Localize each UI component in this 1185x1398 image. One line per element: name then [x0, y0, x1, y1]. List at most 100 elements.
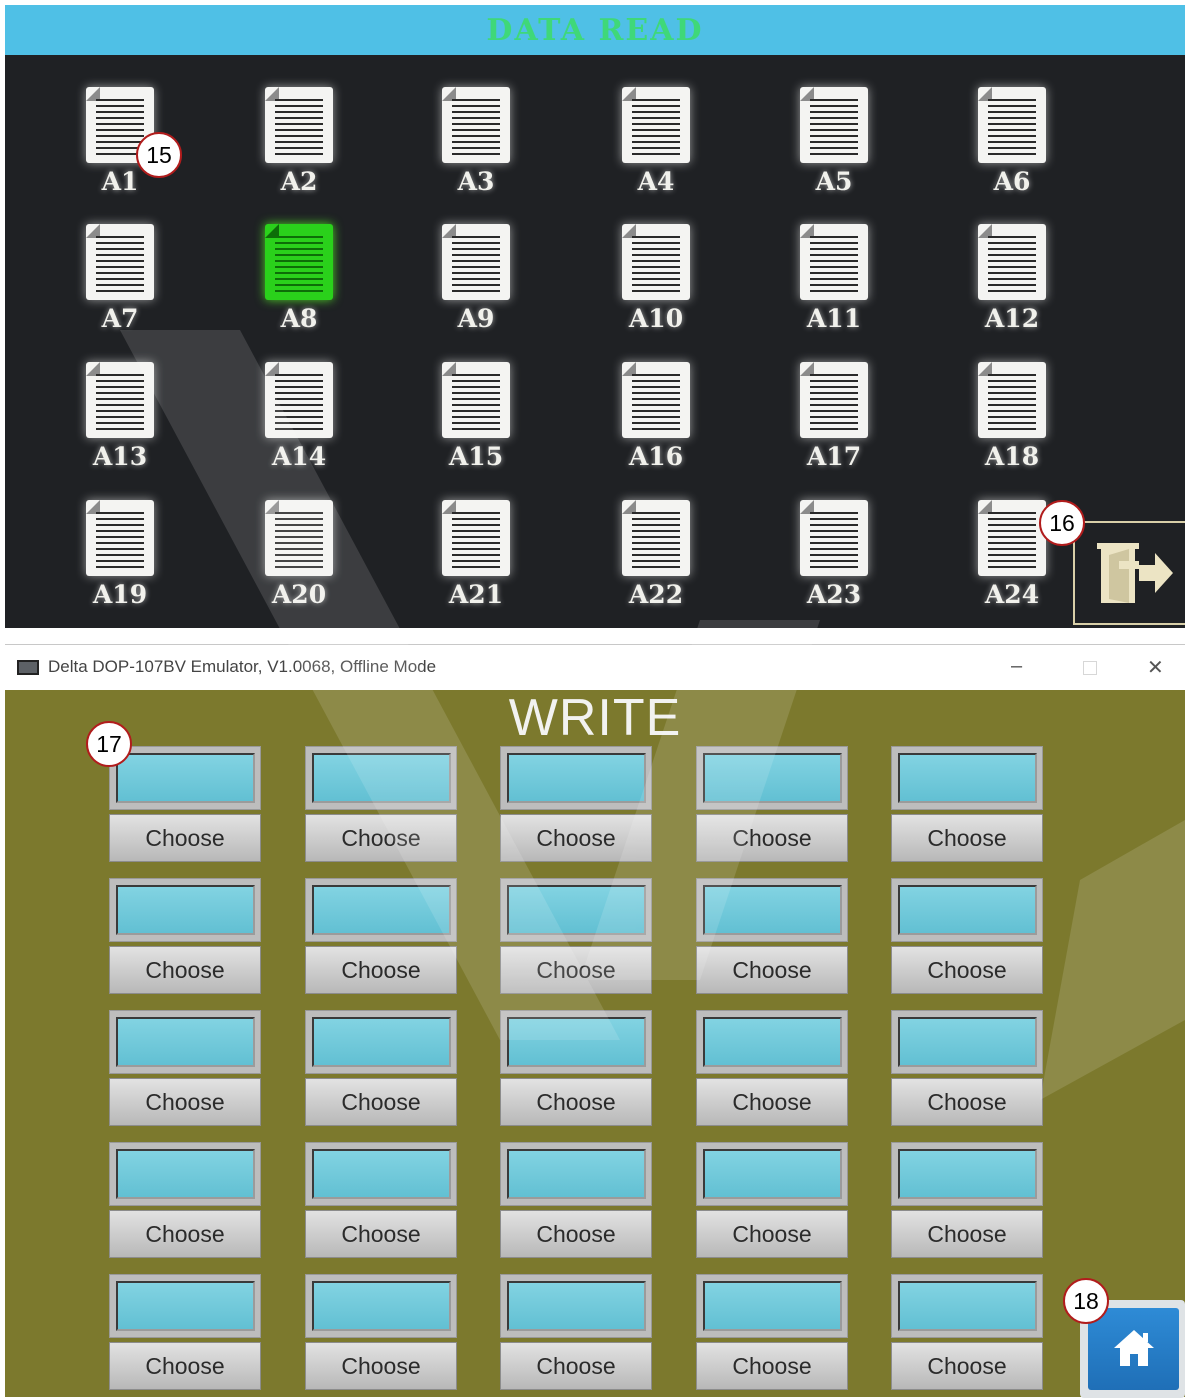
slot-value-field[interactable] — [312, 1281, 451, 1331]
write-slot: Choose — [696, 746, 848, 862]
file-item[interactable]: A19 — [65, 476, 175, 609]
slot-value-field[interactable] — [116, 1017, 255, 1067]
exit-button[interactable] — [1073, 521, 1185, 625]
slot-value-field[interactable] — [116, 1149, 255, 1199]
slot-value-field[interactable] — [312, 1017, 451, 1067]
slot-value-field[interactable] — [312, 1149, 451, 1199]
slot-value-field[interactable] — [898, 1281, 1037, 1331]
choose-button[interactable]: Choose — [500, 814, 652, 862]
slot-frame — [500, 1010, 652, 1074]
monitor-icon — [17, 660, 39, 675]
choose-button[interactable]: Choose — [891, 946, 1043, 994]
slot-value-field[interactable] — [703, 885, 842, 935]
file-label: A19 — [92, 580, 148, 609]
file-item[interactable]: A15 — [421, 338, 531, 471]
file-item[interactable]: A12 — [957, 200, 1067, 333]
file-item[interactable]: A20 — [244, 476, 354, 609]
choose-button[interactable]: Choose — [500, 1078, 652, 1126]
slot-value-field[interactable] — [898, 1149, 1037, 1199]
file-label: A15 — [448, 442, 504, 471]
file-label: A23 — [806, 580, 862, 609]
slot-frame — [305, 746, 457, 810]
choose-button[interactable]: Choose — [305, 814, 457, 862]
file-item[interactable]: A16 — [601, 338, 711, 471]
choose-button[interactable]: Choose — [696, 1210, 848, 1258]
choose-button[interactable]: Choose — [891, 1210, 1043, 1258]
choose-button[interactable]: Choose — [305, 1342, 457, 1390]
choose-button[interactable]: Choose — [696, 1078, 848, 1126]
choose-button[interactable]: Choose — [109, 814, 261, 862]
file-item[interactable]: A23 — [779, 476, 889, 609]
slot-value-field[interactable] — [703, 1149, 842, 1199]
choose-button[interactable]: Choose — [891, 1342, 1043, 1390]
data-read-screen: DATA READ A1 A2 A3 A4 A5 A6 A7 A8 A9 A10 A11 A12 A13… — [5, 5, 1185, 628]
choose-button[interactable]: Choose — [696, 1342, 848, 1390]
slot-frame — [109, 1010, 261, 1074]
file-item[interactable]: A22 — [601, 476, 711, 609]
file-item[interactable]: A11 — [779, 200, 889, 333]
slot-value-field[interactable] — [898, 753, 1037, 803]
file-item[interactable]: A7 — [65, 200, 175, 333]
slot-value-field[interactable] — [507, 1017, 646, 1067]
file-label: A21 — [448, 580, 504, 609]
file-item[interactable]: A8 — [244, 200, 354, 333]
file-label: A3 — [457, 167, 495, 196]
choose-button[interactable]: Choose — [696, 814, 848, 862]
slot-value-field[interactable] — [507, 885, 646, 935]
choose-button[interactable]: Choose — [500, 1342, 652, 1390]
file-item[interactable]: A21 — [421, 476, 531, 609]
slot-frame — [305, 878, 457, 942]
choose-button[interactable]: Choose — [891, 814, 1043, 862]
minimize-button[interactable]: – — [1011, 655, 1022, 678]
write-slot: Choose — [305, 1274, 457, 1390]
annotation-marker-17: 17 — [86, 721, 132, 767]
choose-button[interactable]: Choose — [109, 1210, 261, 1258]
write-slot: Choose — [109, 1274, 261, 1390]
slot-value-field[interactable] — [507, 1281, 646, 1331]
choose-button[interactable]: Choose — [500, 1210, 652, 1258]
file-item[interactable]: A5 — [779, 63, 889, 196]
slot-frame — [500, 746, 652, 810]
file-item[interactable]: A4 — [601, 63, 711, 196]
slot-value-field[interactable] — [507, 753, 646, 803]
maximize-button[interactable] — [1083, 661, 1097, 675]
choose-button[interactable]: Choose — [305, 1210, 457, 1258]
slot-value-field[interactable] — [703, 753, 842, 803]
choose-button[interactable]: Choose — [891, 1078, 1043, 1126]
slot-value-field[interactable] — [507, 1149, 646, 1199]
choose-button[interactable]: Choose — [696, 946, 848, 994]
slot-value-field[interactable] — [898, 1017, 1037, 1067]
write-slot: Choose — [109, 746, 261, 862]
slot-value-field[interactable] — [703, 1281, 842, 1331]
slot-value-field[interactable] — [703, 1017, 842, 1067]
file-item[interactable]: A14 — [244, 338, 354, 471]
choose-button[interactable]: Choose — [109, 1342, 261, 1390]
write-slot: Choose — [696, 1010, 848, 1126]
choose-button[interactable]: Choose — [305, 1078, 457, 1126]
write-slot: Choose — [109, 1010, 261, 1126]
document-icon — [978, 500, 1046, 576]
slot-frame — [891, 1274, 1043, 1338]
close-button[interactable]: ✕ — [1147, 655, 1164, 680]
slot-value-field[interactable] — [116, 1281, 255, 1331]
choose-button[interactable]: Choose — [305, 946, 457, 994]
slot-value-field[interactable] — [116, 885, 255, 935]
file-item[interactable]: A10 — [601, 200, 711, 333]
file-item[interactable]: A13 — [65, 338, 175, 471]
file-item[interactable]: A9 — [421, 200, 531, 333]
file-item[interactable]: A6 — [957, 63, 1067, 196]
slot-value-field[interactable] — [116, 753, 255, 803]
file-label: A4 — [637, 167, 675, 196]
file-item[interactable]: A18 — [957, 338, 1067, 471]
file-item[interactable]: A2 — [244, 63, 354, 196]
slot-value-field[interactable] — [312, 753, 451, 803]
slot-frame — [305, 1010, 457, 1074]
choose-button[interactable]: Choose — [109, 1078, 261, 1126]
choose-button[interactable]: Choose — [109, 946, 261, 994]
file-item[interactable]: A3 — [421, 63, 531, 196]
document-icon — [265, 362, 333, 438]
slot-value-field[interactable] — [898, 885, 1037, 935]
choose-button[interactable]: Choose — [500, 946, 652, 994]
slot-value-field[interactable] — [312, 885, 451, 935]
file-item[interactable]: A17 — [779, 338, 889, 471]
